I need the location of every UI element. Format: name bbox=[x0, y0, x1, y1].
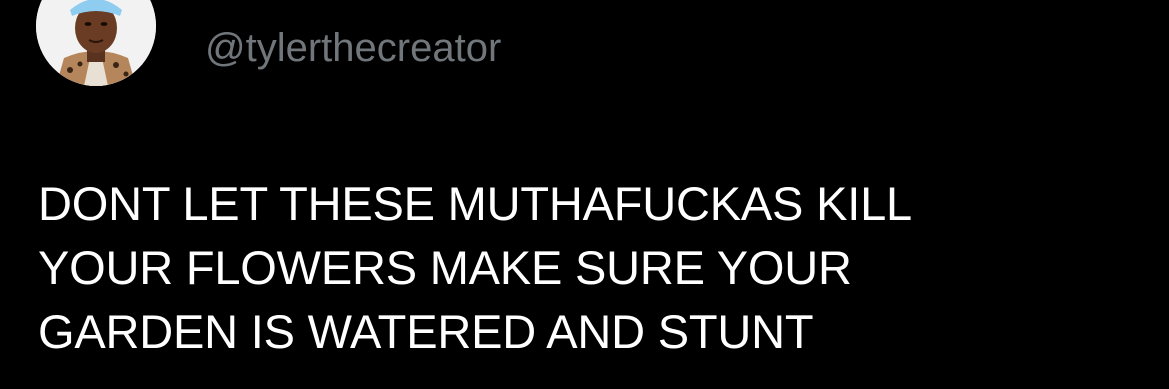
tweet-text-line: DONT LET THESE MUTHAFUCKAS KILL bbox=[38, 177, 912, 230]
display-name-fragment bbox=[208, 0, 228, 6]
tweet-text: DONT LET THESE MUTHAFUCKAS KILL YOUR FLO… bbox=[38, 172, 1128, 364]
avatar[interactable] bbox=[36, 0, 156, 86]
profile-photo-icon bbox=[36, 0, 156, 86]
tweet-text-line: YOUR FLOWERS MAKE SURE YOUR bbox=[38, 241, 852, 294]
author-handle[interactable]: @tylerthecreator bbox=[205, 26, 501, 70]
tweet-text-line: GARDEN IS WATERED AND STUNT bbox=[38, 305, 814, 358]
